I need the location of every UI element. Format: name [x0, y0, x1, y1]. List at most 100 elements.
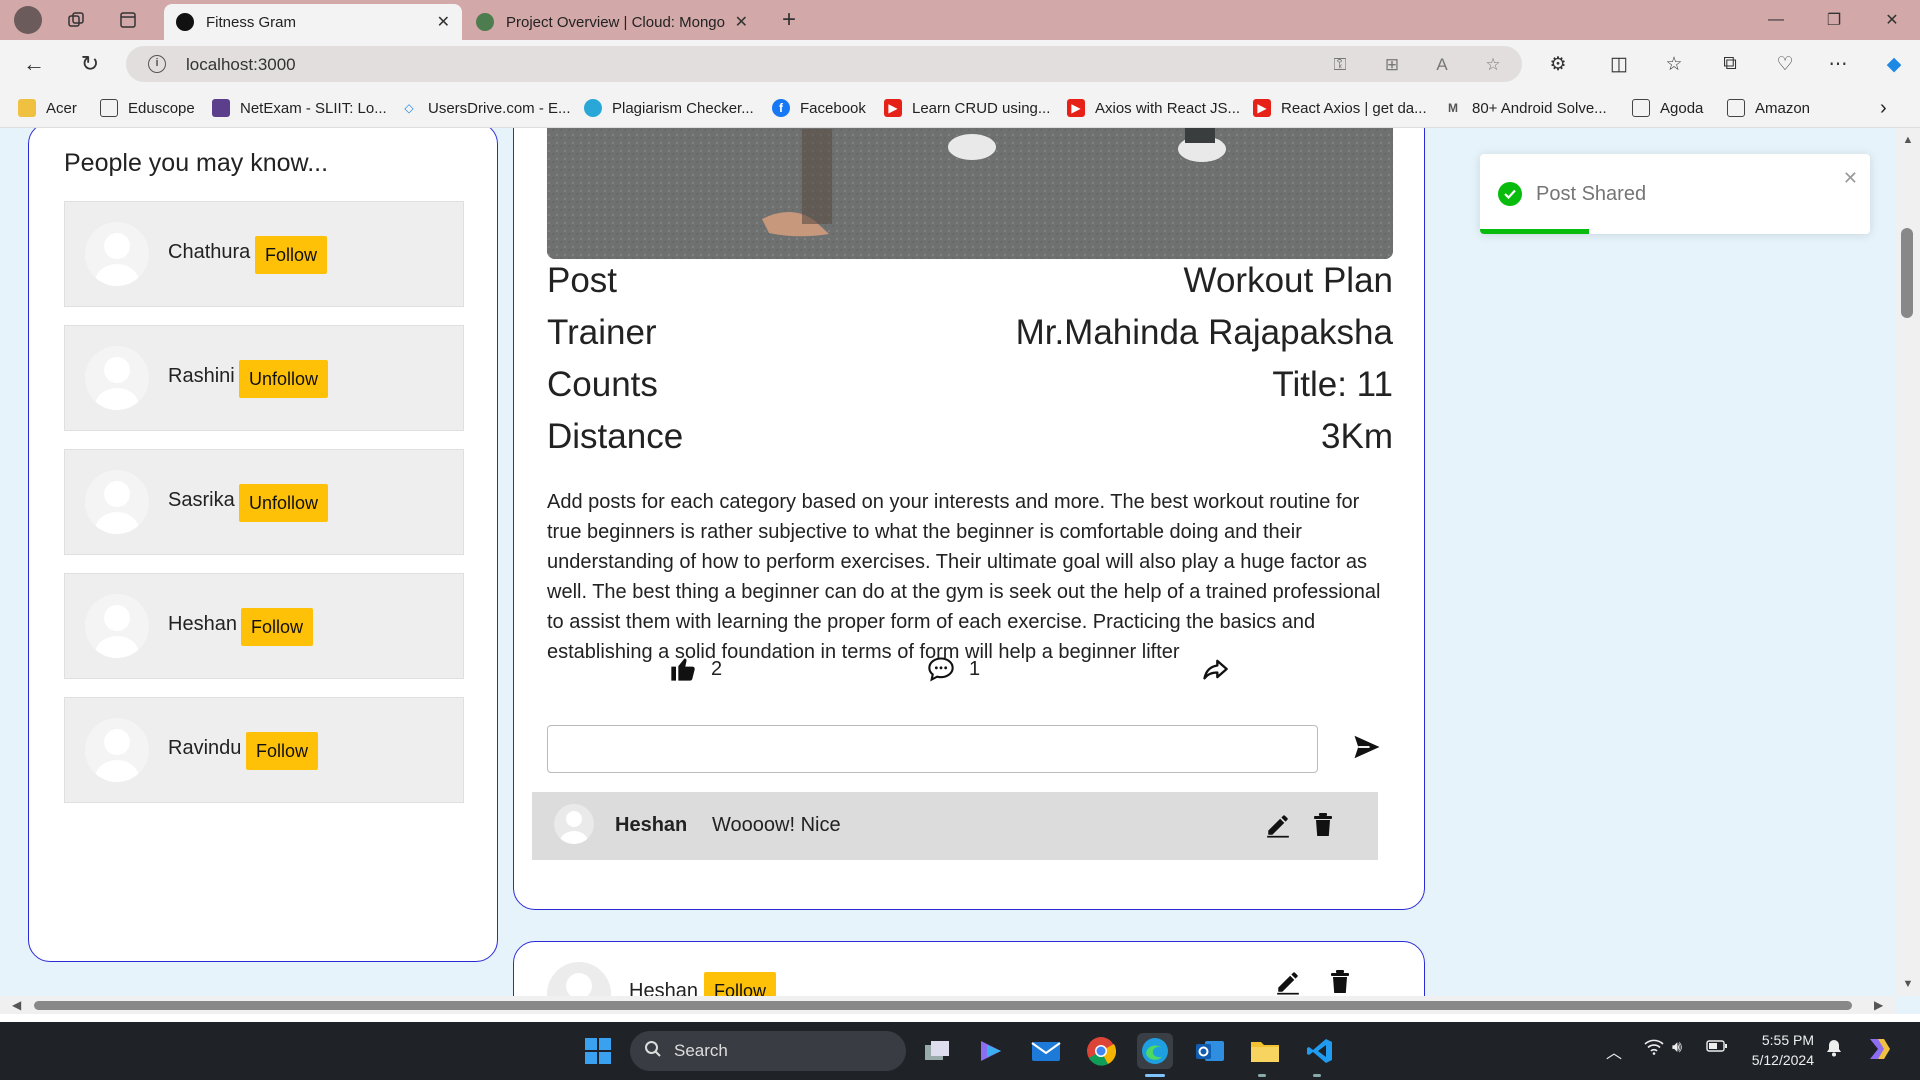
- unfollow-button[interactable]: Unfollow: [239, 484, 329, 522]
- taskbar-search[interactable]: Search: [630, 1031, 906, 1071]
- copilot-taskbar-icon[interactable]: [973, 1033, 1009, 1069]
- split-screen-icon[interactable]: ◫: [1605, 50, 1633, 78]
- bookmarks-bar: Acer Eduscope NetExam - SLIIT: Lo... ◇ Us…: [0, 88, 1920, 128]
- bookmark-acer[interactable]: Acer: [18, 96, 77, 120]
- extensions-icon[interactable]: ⚙: [1544, 50, 1572, 78]
- more-menu-icon[interactable]: ⋯: [1824, 50, 1852, 78]
- new-tab-icon[interactable]: +: [777, 6, 801, 33]
- tab-fitness-gram[interactable]: Fitness Gram ✕: [164, 4, 462, 40]
- mail-icon[interactable]: [1028, 1033, 1064, 1069]
- apps-icon[interactable]: ⊞: [1381, 54, 1403, 76]
- like-button[interactable]: 2: [669, 655, 722, 683]
- edit-comment-button[interactable]: [1263, 810, 1293, 840]
- edit-post-button[interactable]: [1273, 967, 1303, 996]
- comment-button[interactable]: 1: [927, 655, 980, 683]
- follow-button[interactable]: Follow: [704, 972, 777, 996]
- read-aloud-icon[interactable]: A: [1431, 54, 1453, 76]
- scrollbar-thumb[interactable]: [34, 1001, 1852, 1010]
- close-window-icon[interactable]: ✕: [1872, 6, 1912, 34]
- follow-button[interactable]: Follow: [255, 236, 328, 274]
- bookmark-plagiarism[interactable]: Plagiarism Checker...: [584, 96, 754, 120]
- scroll-down-icon[interactable]: ▼: [1896, 978, 1920, 990]
- bookmark-amazon[interactable]: Amazon: [1727, 96, 1810, 120]
- page-icon: [100, 99, 118, 117]
- scroll-right-icon[interactable]: ▶: [1874, 998, 1883, 1012]
- close-tab-icon[interactable]: ✕: [735, 12, 748, 32]
- delete-comment-button[interactable]: [1308, 810, 1338, 840]
- bookmark-android[interactable]: M 80+ Android Solve...: [1444, 96, 1607, 120]
- send-comment-button[interactable]: [1349, 729, 1385, 765]
- vscode-icon[interactable]: [1302, 1033, 1338, 1069]
- restore-icon[interactable]: ❐: [1814, 6, 1854, 34]
- favorite-star-icon[interactable]: ☆: [1482, 54, 1504, 76]
- post-row-counts: Counts Title: 11: [547, 365, 1393, 405]
- horizontal-scrollbar[interactable]: ◀ ▶: [0, 996, 1896, 1014]
- browser-tab-bar: Fitness Gram ✕ Project Overview | Cloud:…: [0, 0, 1920, 40]
- post-card: Heshan Follow: [513, 941, 1425, 996]
- collections-icon[interactable]: ⧉: [1716, 50, 1744, 78]
- tab-title: Fitness Gram: [206, 13, 297, 31]
- site-info-icon[interactable]: i: [148, 55, 166, 73]
- facebook-icon: f: [772, 99, 790, 117]
- bookmark-netexam[interactable]: NetExam - SLIIT: Lo...: [212, 96, 387, 120]
- file-explorer-icon[interactable]: [1247, 1033, 1283, 1069]
- chrome-icon[interactable]: [1083, 1033, 1119, 1069]
- window-bottom-border: [0, 1014, 1920, 1022]
- minimize-icon[interactable]: —: [1756, 6, 1796, 34]
- volume-icon[interactable]: 🔊︎: [1672, 1039, 1682, 1057]
- back-icon[interactable]: ←: [20, 50, 48, 78]
- refresh-icon[interactable]: ↻: [76, 50, 104, 78]
- follow-button[interactable]: Follow: [241, 608, 314, 646]
- bookmark-react-axios[interactable]: ▶ React Axios | get da...: [1253, 96, 1427, 120]
- url-text[interactable]: localhost:3000: [186, 55, 296, 75]
- profile-avatar-icon[interactable]: [14, 6, 42, 34]
- trash-icon: [1331, 970, 1349, 993]
- avatar: [85, 594, 149, 658]
- favorites-icon[interactable]: ☆: [1660, 50, 1688, 78]
- scrollbar-thumb[interactable]: [1901, 228, 1913, 318]
- browser-essentials-icon[interactable]: ♡: [1771, 50, 1799, 78]
- follow-button[interactable]: Follow: [246, 732, 319, 770]
- copilot-tray-icon[interactable]: [1864, 1033, 1896, 1070]
- address-bar[interactable]: i localhost:3000 ⚿ ⊞ A ☆: [126, 46, 1522, 82]
- key-icon[interactable]: ⚿: [1329, 54, 1351, 76]
- outlook-icon[interactable]: [1192, 1033, 1228, 1069]
- tab-title: Project Overview | Cloud: Mongo: [506, 13, 725, 31]
- bookmark-facebook[interactable]: f Facebook: [772, 96, 866, 120]
- workspaces-icon[interactable]: [64, 8, 88, 32]
- close-tab-icon[interactable]: ✕: [437, 12, 450, 32]
- comment-input[interactable]: [547, 725, 1318, 773]
- vertical-scrollbar[interactable]: ▲ ▼: [1896, 128, 1920, 996]
- bookmark-agoda[interactable]: Agoda: [1632, 96, 1703, 120]
- scroll-left-icon[interactable]: ◀: [12, 998, 21, 1012]
- person-name: Ravindu: [168, 737, 242, 759]
- battery-icon[interactable]: [1706, 1039, 1728, 1058]
- person-card: Chathura Follow: [64, 201, 464, 307]
- avatar: [85, 470, 149, 534]
- copilot-icon[interactable]: ◆: [1880, 50, 1908, 78]
- thumbs-up-icon: [671, 658, 695, 681]
- send-icon: [1354, 735, 1380, 759]
- youtube-icon: ▶: [1253, 99, 1271, 117]
- task-view-icon[interactable]: [919, 1033, 955, 1069]
- more-bookmarks-chevron-icon[interactable]: ›: [1880, 96, 1887, 120]
- comment-count: 1: [969, 657, 981, 680]
- system-clock[interactable]: 5:55 PM 5/12/2024: [1742, 1030, 1814, 1070]
- windows-start-icon[interactable]: [580, 1033, 616, 1069]
- bookmark-axios-react[interactable]: ▶ Axios with React JS...: [1067, 96, 1240, 120]
- bookmark-usersdrive[interactable]: ◇ UsersDrive.com - E...: [400, 96, 570, 120]
- notification-bell-icon[interactable]: [1826, 1039, 1842, 1062]
- delete-post-button[interactable]: [1325, 967, 1355, 996]
- youtube-icon: ▶: [1067, 99, 1085, 117]
- close-icon[interactable]: ✕: [1843, 168, 1858, 189]
- scroll-up-icon[interactable]: ▲: [1896, 134, 1920, 146]
- share-button[interactable]: [1201, 655, 1243, 683]
- bookmark-learn-crud[interactable]: ▶ Learn CRUD using...: [884, 96, 1050, 120]
- show-hidden-icons-chevron-icon[interactable]: ︿: [1606, 1039, 1622, 1063]
- tab-mongo-cloud[interactable]: Project Overview | Cloud: Mongo ✕: [464, 4, 760, 40]
- unfollow-button[interactable]: Unfollow: [239, 360, 329, 398]
- edge-icon[interactable]: [1137, 1033, 1173, 1069]
- tab-actions-icon[interactable]: [116, 8, 140, 32]
- bookmark-eduscope[interactable]: Eduscope: [100, 96, 195, 120]
- wifi-icon[interactable]: [1644, 1039, 1664, 1060]
